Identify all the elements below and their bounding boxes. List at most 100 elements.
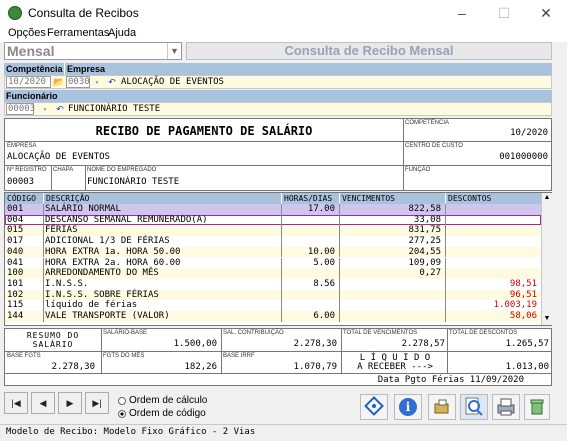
- receipt-chapa-label: CHAPA: [53, 167, 74, 173]
- undo-empresa-icon[interactable]: ↶: [106, 76, 118, 88]
- table-row[interactable]: 015 FÉRIAS 831,75: [5, 225, 541, 237]
- table-row[interactable]: 004 DESCANSO SEMANAL REMUNERADO(A) 33,08: [5, 214, 541, 226]
- receipt-nome: FUNCIONÁRIO TESTE: [87, 177, 180, 187]
- receipt-header: RECIBO DE PAGAMENTO DE SALÁRIO COMPETÊNC…: [4, 118, 552, 191]
- preview-tool-button[interactable]: [460, 394, 488, 420]
- scroll-down-icon[interactable]: ▼: [543, 315, 551, 324]
- table-row[interactable]: 041 HORA EXTRA 2a. HORA 60.00 5.00 109,09: [5, 257, 541, 269]
- title-bar: Consulta de Recibos – ☐ ✕: [0, 0, 567, 26]
- scroll-up-icon[interactable]: ▲: [543, 194, 551, 203]
- trash-icon: [530, 399, 544, 415]
- ordem-codigo-label[interactable]: Ordem de código: [129, 408, 206, 419]
- col-header-vencimentos[interactable]: VENCIMENTOS: [339, 193, 445, 204]
- col-header-descontos[interactable]: DESCONTOS: [445, 193, 541, 204]
- column-divider: [445, 225, 446, 237]
- cell-horas: 8.56: [313, 278, 335, 289]
- column-divider: [281, 300, 282, 311]
- ordem-calculo-label[interactable]: Ordem de cálculo: [129, 395, 207, 406]
- delete-tool-button[interactable]: [524, 394, 550, 420]
- col-header-horas[interactable]: HORAS/DIAS: [281, 193, 339, 204]
- column-divider: [43, 214, 44, 226]
- mode-combo-value: Mensal: [7, 43, 55, 59]
- total-venc-value: 2.278,57: [401, 339, 445, 349]
- cell-codigo: 004: [7, 214, 24, 225]
- column-divider: [281, 289, 282, 301]
- cell-vencimentos: 831,75: [408, 225, 441, 236]
- cell-descricao: HORA EXTRA 2a. HORA 60.00: [45, 257, 181, 268]
- minimize-button[interactable]: –: [441, 0, 483, 26]
- cell-horas: 10.00: [307, 246, 335, 257]
- maximize-button[interactable]: ☐: [483, 0, 525, 26]
- info-icon: i: [399, 398, 417, 416]
- column-divider: [43, 300, 44, 311]
- printer-icon: [497, 398, 515, 416]
- cell-horas: 17.00: [307, 204, 335, 214]
- column-divider: [339, 278, 340, 290]
- mode-combo[interactable]: Mensal ▼: [4, 42, 182, 60]
- receipt-cc-label: CENTRO DE CUSTO: [405, 143, 463, 149]
- cell-codigo: 041: [7, 257, 24, 268]
- cell-descontos: 1.003,19: [493, 300, 537, 311]
- column-divider: [281, 268, 282, 279]
- network-icon: [364, 396, 384, 416]
- grid-scrollbar[interactable]: ▲ ▼: [541, 193, 552, 325]
- receipt-empresa-label: EMPRESA: [7, 143, 37, 149]
- cell-descontos: 96,51: [509, 289, 537, 300]
- network-tool-button[interactable]: [360, 394, 388, 420]
- table-row[interactable]: 144 VALE TRANSPORTE (VALOR) 6.00 58,06: [5, 311, 541, 322]
- first-record-button[interactable]: |◀: [4, 392, 28, 414]
- lookup-funcionario-icon[interactable]: ⋆: [39, 103, 51, 115]
- base-irrf-label: BASE IRRF: [223, 353, 255, 359]
- column-divider: [281, 246, 282, 258]
- column-divider: [339, 214, 340, 226]
- earnings-grid[interactable]: CÓDIGO DESCRIÇÃO HORAS/DIAS VENCIMENTOS …: [4, 192, 552, 326]
- print-tool-button[interactable]: [492, 394, 520, 420]
- next-record-button[interactable]: ▶: [58, 392, 82, 414]
- table-row[interactable]: 115 líquido de férias 1.003,19: [5, 300, 541, 311]
- cell-vencimentos: 204,55: [408, 246, 441, 257]
- page-heading: Consulta de Recibo Mensal: [186, 42, 552, 60]
- table-row[interactable]: 102 I.N.S.S. SOBRE FÉRIAS 96,51: [5, 289, 541, 301]
- table-row[interactable]: 040 HORA EXTRA 1a. HORA 50.00 10.00 204,55: [5, 246, 541, 258]
- competencia-input[interactable]: 10/2020: [6, 76, 51, 88]
- menu-ferramentas[interactable]: Ferramentas: [47, 27, 109, 39]
- menu-opcoes[interactable]: Opções: [8, 27, 46, 39]
- cell-descricao: SALÁRIO NORMAL: [45, 204, 121, 214]
- cell-horas: 5.00: [313, 257, 335, 268]
- col-header-descricao[interactable]: DESCRIÇÃO: [43, 193, 281, 204]
- column-divider: [43, 246, 44, 258]
- table-row[interactable]: 101 I.N.S.S. 8.56 98,51: [5, 278, 541, 290]
- record-navigator: |◀ ◀ ▶ ▶|: [4, 392, 112, 416]
- last-record-button[interactable]: ▶|: [85, 392, 109, 414]
- table-row[interactable]: 017 ADICIONAL 1/3 DE FÉRIAS 277,25: [5, 236, 541, 247]
- cell-vencimentos: 33,08: [413, 214, 441, 225]
- data-pgto-ferias: Data Pgto Férias 11/09/2020: [377, 375, 524, 385]
- column-divider: [339, 268, 340, 279]
- column-divider: [339, 225, 340, 237]
- prev-record-button[interactable]: ◀: [31, 392, 55, 414]
- chevron-down-icon[interactable]: ▼: [167, 43, 181, 59]
- menu-ajuda[interactable]: Ajuda: [108, 27, 136, 39]
- info-tool-button[interactable]: i: [394, 394, 422, 420]
- fgts-mes-label: FGTS DO MÊS: [103, 353, 145, 359]
- funcionario-code-input[interactable]: 00003: [6, 103, 35, 115]
- table-row[interactable]: 001 SALÁRIO NORMAL 17.00 822,58: [5, 204, 541, 215]
- edit-tool-button[interactable]: [428, 394, 456, 420]
- lookup-empresa-icon[interactable]: ⋆: [91, 76, 103, 88]
- col-header-codigo[interactable]: CÓDIGO: [5, 193, 43, 204]
- window-title: Consulta de Recibos: [28, 6, 139, 20]
- ordem-codigo-radio[interactable]: [118, 410, 126, 418]
- receipt-competencia: 10/2020: [510, 128, 548, 138]
- undo-funcionario-icon[interactable]: ↶: [54, 103, 66, 115]
- receipt-cc: 001000000: [499, 152, 548, 162]
- folder-icon[interactable]: 📂: [53, 76, 65, 88]
- table-row[interactable]: 100 ARREDONDAMENTO DO MÊS 0,27: [5, 268, 541, 279]
- close-button[interactable]: ✕: [525, 0, 567, 26]
- ordem-calculo-radio[interactable]: [118, 397, 126, 405]
- empresa-code-input[interactable]: 0030: [66, 76, 90, 88]
- total-desc-label: TOTAL DE DESCONTOS: [449, 330, 518, 336]
- cell-descricao: FÉRIAS: [45, 225, 78, 236]
- funcionario-name: FUNCIONÁRIO TESTE: [68, 104, 161, 114]
- column-divider: [43, 311, 44, 322]
- total-desc-value: 1.265,57: [505, 339, 549, 349]
